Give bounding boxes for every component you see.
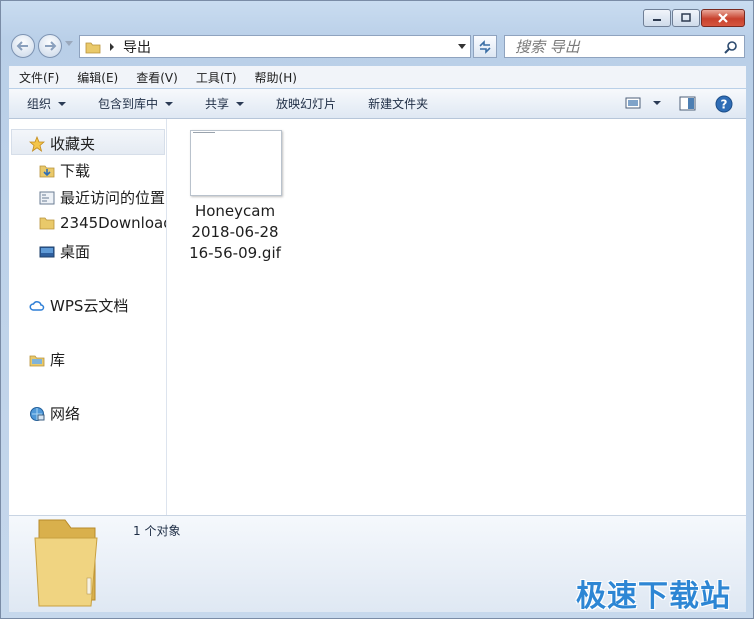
file-name: Honeycam 2018-06-28 16-56-09.gif [181,201,289,264]
nav-downloads[interactable]: 下载 [39,160,90,181]
refresh-button[interactable] [473,35,497,58]
large-folder-icon [34,519,98,607]
nav-libraries[interactable]: 库 [29,349,65,370]
organize-label: 组织 [27,97,52,111]
preview-pane-button[interactable] [679,96,697,115]
svg-text:?: ? [721,98,728,112]
share-label: 共享 [205,97,230,111]
explorer-window: 导出 搜索 导出 文件(F) 编辑(E) 查看(V) 工具(T) 帮助(H) 组… [0,0,754,619]
window-controls [643,9,745,27]
refresh-icon [479,39,491,54]
nav-wps-cloud[interactable]: WPS云文档 [29,295,128,316]
search-placeholder: 搜索 导出 [515,38,580,56]
include-in-library-label: 包含到库中 [98,97,159,111]
chevron-down-icon [236,101,245,106]
folder-icon [85,42,101,53]
include-in-library-button[interactable]: 包含到库中 [80,89,187,119]
help-button[interactable]: ? [715,95,733,116]
file-list-area[interactable]: Honeycam 2018-06-28 16-56-09.gif [167,119,746,515]
downloads-folder-icon [39,165,55,177]
preview-pane-icon [679,96,696,111]
folder-icon [39,217,55,230]
nav-recent-places[interactable]: 最近访问的位置 [39,187,165,208]
nav-desktop-label: 桌面 [60,243,91,261]
nav-2345downloads[interactable]: 2345Downloads [39,214,166,232]
nav-network[interactable]: 网络 [29,403,80,424]
nav-desktop[interactable]: 桌面 [39,241,90,262]
cloud-icon [29,300,45,311]
close-icon [718,13,728,23]
minimize-button[interactable] [643,9,671,27]
slideshow-label: 放映幻灯片 [276,97,337,111]
star-icon [29,135,45,152]
nav-favorites[interactable]: 收藏夹 [29,133,95,154]
desktop-icon [39,246,55,257]
nav-favorites-label: 收藏夹 [50,135,96,153]
help-icon: ? [715,95,733,113]
libraries-icon [29,355,45,366]
command-bar: 组织 包含到库中 共享 放映幻灯片 新建文件夹 ? [9,89,746,119]
menu-tools[interactable]: 工具(T) [186,69,245,86]
menu-help[interactable]: 帮助(H) [245,69,305,86]
file-name-line: 2018-06-28 [191,223,279,241]
close-button[interactable] [701,9,745,27]
address-bar[interactable]: 导出 [79,35,471,58]
new-folder-label: 新建文件夹 [368,97,429,111]
watermark-logo: 极速下载站 [576,579,731,614]
nav-libraries-label: 库 [50,351,66,369]
view-icon [625,97,641,109]
menu-edit[interactable]: 编辑(E) [67,69,126,86]
slideshow-button[interactable]: 放映幻灯片 [258,89,350,119]
arrow-left-icon [16,41,28,51]
chevron-down-icon [653,101,661,105]
menu-bar: 文件(F) 编辑(E) 查看(V) 工具(T) 帮助(H) [9,66,746,88]
recent-pages-dropdown[interactable] [65,41,73,46]
nav-2345downloads-label: 2345Downloads [60,214,166,232]
new-folder-button[interactable]: 新建文件夹 [350,89,442,119]
navigation-pane: 收藏夹 下载 最近访问的位置 2345Downloads 桌面 WPS云文档 库 [9,119,167,515]
nav-wps-cloud-label: WPS云文档 [50,297,129,315]
status-item-count: 1 个对象 [133,524,181,538]
nav-downloads-label: 下载 [60,162,91,180]
share-button[interactable]: 共享 [187,89,258,119]
chevron-down-icon [165,101,174,106]
recent-places-icon [39,191,55,204]
back-button[interactable] [11,34,35,58]
search-box[interactable]: 搜索 导出 [504,35,745,58]
file-thumbnail [190,130,282,196]
nav-recent-places-label: 最近访问的位置 [60,189,166,207]
maximize-button[interactable] [672,9,700,27]
view-options-button[interactable] [625,96,661,110]
nav-network-label: 网络 [50,405,81,423]
breadcrumb-current[interactable]: 导出 [123,37,151,57]
menu-file[interactable]: 文件(F) [9,69,67,86]
arrow-right-icon [45,41,57,51]
forward-button[interactable] [38,34,62,58]
file-name-line: Honeycam [194,202,276,220]
network-icon [30,406,45,421]
search-icon[interactable] [724,40,738,54]
chevron-down-icon [58,101,67,106]
maximize-icon [681,13,691,22]
file-name-line: 16-56-09.gif [189,244,281,262]
chevron-right-icon [110,42,114,51]
menu-view[interactable]: 查看(V) [126,69,186,86]
minimize-icon [653,19,661,21]
organize-button[interactable]: 组织 [9,89,80,119]
address-dropdown-button[interactable] [458,44,466,49]
